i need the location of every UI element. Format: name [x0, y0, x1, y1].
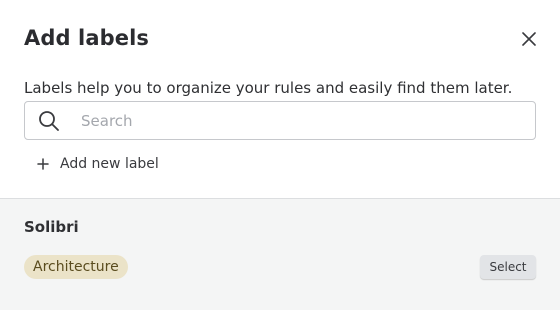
dialog-header-section: Add labels Labels help you to organize y… [0, 0, 560, 198]
plus-icon [37, 158, 49, 170]
add-new-label-text: Add new label [60, 156, 159, 172]
label-groups-panel: Solibri Architecture Select [0, 199, 560, 310]
dialog-description: Labels help you to organize your rules a… [24, 79, 513, 97]
label-group-title: Solibri [24, 218, 79, 236]
close-icon [522, 32, 536, 46]
dialog-title: Add labels [24, 26, 149, 50]
search-field[interactable] [24, 101, 536, 140]
add-new-label-button[interactable]: Add new label [36, 154, 159, 174]
add-labels-dialog: Add labels Labels help you to organize y… [0, 0, 560, 310]
select-label-button[interactable]: Select [480, 255, 536, 279]
search-icon [39, 111, 59, 131]
close-button[interactable] [518, 28, 540, 50]
search-input[interactable] [81, 102, 521, 139]
label-chip-architecture: Architecture [24, 255, 128, 279]
